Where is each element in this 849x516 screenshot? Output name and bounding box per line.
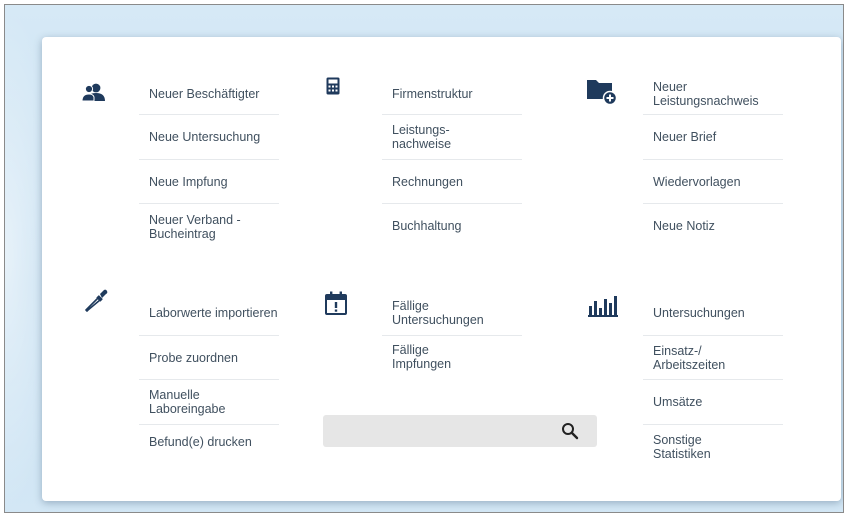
menu-item-einsatz-arbeitszeiten[interactable]: Einsatz-/ Arbeitszeiten [643,336,783,380]
menu-item-umsaetze[interactable]: Umsätze [643,380,783,425]
search-icon[interactable] [561,422,579,440]
menu-item-neue-untersuchung[interactable]: Neue Untersuchung [139,115,279,160]
search-box[interactable] [323,415,597,449]
menu-item-wiedervorlagen[interactable]: Wiedervorlagen [643,160,783,204]
menu-item-faellige-impfungen[interactable]: Fällige Impfungen [382,336,522,380]
menu-item-neuer-brief[interactable]: Neuer Brief [643,115,783,160]
folder-add-icon [587,80,617,105]
menu-item-laborwerte-importieren[interactable]: Laborwerte importieren [139,291,279,336]
menu-item-neue-impfung[interactable]: Neue Impfung [139,160,279,204]
calculator-icon [326,77,340,95]
menu-item-faellige-untersuchungen[interactable]: Fällige Untersuchungen [382,291,522,336]
search-input[interactable] [331,415,555,449]
calendar-alert-icon [325,291,347,315]
menu-item-neuer-beschaeftigter[interactable]: Neuer Beschäftigter [139,73,279,115]
menu-item-probe-zuordnen[interactable]: Probe zuordnen [139,336,279,380]
menu-item-manuelle-laboreingabe[interactable]: Manuelle Laboreingabe [139,380,279,425]
menu-item-neuer-leistungsnachweis[interactable]: Neuer Leistungsnachweis [643,73,783,115]
users-icon [82,83,105,101]
menu-item-rechnungen[interactable]: Rechnungen [382,160,522,204]
bar-chart-icon [588,296,618,317]
menu-item-sonstige-statistiken[interactable]: Sonstige Statistiken [643,425,783,469]
menu-item-neuer-verband[interactable]: Neuer Verband - Bucheintrag [139,204,279,250]
menu-item-leistungsnachweise[interactable]: Leistungs- nachweise [382,115,522,160]
menu-item-neue-notiz[interactable]: Neue Notiz [643,204,783,248]
menu-item-befunde-drucken[interactable]: Befund(e) drucken [139,425,279,459]
pipette-icon [85,289,108,312]
menu-item-firmenstruktur[interactable]: Firmenstruktur [382,73,522,115]
menu-item-untersuchungen-statistik[interactable]: Untersuchungen [643,291,783,336]
menu-item-buchhaltung[interactable]: Buchhaltung [382,204,522,248]
window-frame: Neuer Beschäftigter Neue Untersuchung Ne… [4,4,844,513]
quick-access-panel: Neuer Beschäftigter Neue Untersuchung Ne… [42,37,841,501]
